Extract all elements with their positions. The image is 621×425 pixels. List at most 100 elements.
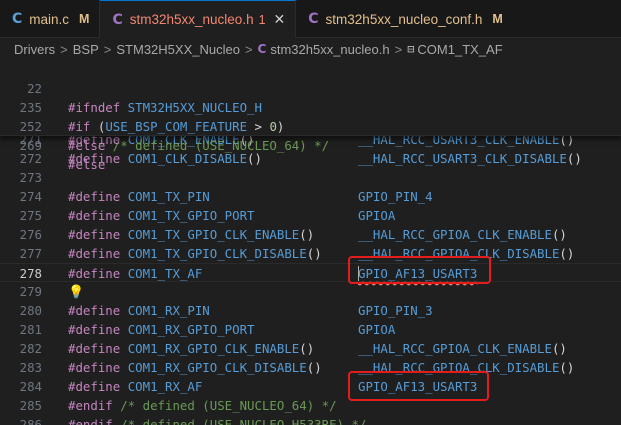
modified-badge: M	[79, 12, 90, 26]
code-line[interactable]: 275 #define COM1_TX_GPIO_PORT GPIOA	[0, 206, 621, 225]
preprocessor-directive: #define	[68, 266, 121, 281]
parentheses: ()	[551, 227, 567, 242]
sticky-line[interactable]: 252 #else /* defined (USE_NUCLEO_64) */	[0, 98, 621, 153]
preprocessor-directive: #define	[68, 227, 121, 242]
chevron-right-icon: >	[103, 41, 112, 57]
macro-name: COM1_TX_AF	[127, 266, 203, 281]
macro-value: GPIOA	[358, 322, 396, 337]
parentheses: ()	[306, 360, 322, 375]
code-line[interactable]: 283 #define COM1_RX_GPIO_CLK_DISABLE() __H…	[0, 358, 621, 377]
editor-tab-bar: C main.c M C stm32h5xx_nucleo.h 1 ✕ C st…	[0, 0, 621, 39]
parentheses: ()	[551, 341, 567, 356]
macro-value: __HAL_RCC_GPIOA_CLK_ENABLE	[358, 227, 552, 242]
preprocessor-directive: #define	[68, 246, 121, 261]
breadcrumb-item-drivers[interactable]: Drivers	[14, 42, 55, 57]
parentheses: ()	[299, 227, 315, 242]
c-header-file-icon: C	[308, 11, 319, 27]
macro-name: COM1_RX_PIN	[127, 303, 210, 318]
preprocessor-directive: #endif	[68, 398, 113, 413]
sticky-scroll-header: 22 #ifndef STM32H5XX_NUCLEO_H 235 #if (U…	[0, 60, 621, 172]
line-number: 280	[19, 303, 42, 318]
preprocessor-directive: #define	[68, 303, 121, 318]
macro-name: COM1_RX_GPIO_CLK_DISABLE	[127, 360, 307, 375]
code-line[interactable]: 274 #define COM1_TX_PIN GPIO_PIN_4	[0, 187, 621, 206]
macro-name: COM1_TX_GPIO_CLK_ENABLE	[127, 227, 300, 242]
line-number: 279	[19, 284, 42, 299]
macro-value: GPIO_PIN_3	[358, 303, 433, 318]
c-header-file-icon: C	[257, 42, 267, 56]
breadcrumb-item-symbol[interactable]: COM1_TX_AF	[417, 42, 502, 57]
line-number: 285	[19, 398, 42, 413]
modified-badge: M	[492, 12, 503, 26]
preprocessor-directive: #define	[68, 379, 121, 394]
sticky-line[interactable]: 235 #if (USE_BSP_COM_FEATURE > 0)	[0, 79, 621, 134]
line-number: 284	[19, 379, 42, 394]
problem-count-badge: 1	[258, 12, 266, 27]
code-editor[interactable]: 22 #ifndef STM32H5XX_NUCLEO_H 235 #if (U…	[0, 60, 621, 425]
line-number: 286	[19, 417, 42, 425]
chevron-right-icon: >	[60, 41, 68, 57]
tab-stm32h5xx-nucleo-h[interactable]: C stm32h5xx_nucleo.h 1 ✕	[100, 0, 297, 39]
code-lines: 271 #define COM1_CLK_ENABLE() __HAL_RCC_US…	[0, 130, 621, 425]
highlight-box-rx-af	[348, 371, 489, 401]
macro-value: __HAL_RCC_GPIOA_CLK_ENABLE	[358, 341, 552, 356]
line-number: 283	[19, 360, 42, 375]
macro-name: COM1_RX_GPIO_CLK_ENABLE	[127, 341, 300, 356]
macro-name: COM1_RX_AF	[127, 379, 203, 394]
sticky-line[interactable]: 269 #else	[0, 117, 621, 172]
code-line[interactable]: 286 #endif /* defined (USE_NUCLEO_H533RE)…	[0, 415, 621, 425]
code-line[interactable]: 279 💡	[0, 282, 621, 301]
close-icon[interactable]: ✕	[274, 11, 286, 28]
parentheses: ()	[559, 246, 575, 261]
parentheses: ()	[559, 360, 575, 375]
breadcrumb-item-nucleo-folder[interactable]: STM32H5XX_Nucleo	[116, 42, 240, 57]
preprocessor-directive: #define	[68, 208, 121, 223]
tab-label: main.c	[29, 11, 70, 27]
preprocessor-directive: #define	[68, 322, 121, 337]
code-line[interactable]: 285 #endif /* defined (USE_NUCLEO_64) */	[0, 396, 621, 415]
macro-name: COM1_TX_GPIO_CLK_DISABLE	[127, 246, 307, 261]
tab-main-c[interactable]: C main.c M	[0, 0, 101, 38]
line-number: 269	[19, 138, 42, 153]
preprocessor-directive: #else	[68, 138, 106, 153]
parentheses: ()	[306, 246, 322, 261]
breadcrumb: Drivers > BSP > STM32H5XX_Nucleo > C stm…	[0, 38, 621, 60]
chevron-right-icon: >	[244, 41, 253, 57]
macro-name: COM1_TX_PIN	[127, 189, 210, 204]
code-line[interactable]: 281 #define COM1_RX_GPIO_PORT GPIOA	[0, 320, 621, 339]
code-line[interactable]: 284 #define COM1_RX_AF GPIO_AF13_USART3	[0, 377, 621, 396]
code-line[interactable]: 282 #define COM1_RX_GPIO_CLK_ENABLE() __HA…	[0, 339, 621, 358]
code-line[interactable]: 277 #define COM1_TX_GPIO_CLK_DISABLE() __H…	[0, 244, 621, 263]
code-comment: /* defined (USE_NUCLEO_64) */	[112, 398, 337, 413]
c-file-icon: C	[12, 11, 23, 27]
line-number: 277	[19, 246, 42, 261]
tab-label: stm32h5xx_nucleo_conf.h	[325, 11, 483, 27]
sticky-line[interactable]: 22 #ifndef STM32H5XX_NUCLEO_H	[0, 60, 621, 115]
preprocessor-directive: #define	[68, 341, 121, 356]
symbol-constant-icon: ⊟	[407, 42, 415, 56]
macro-value: GPIOA	[358, 208, 396, 223]
parentheses: ()	[299, 341, 315, 356]
highlight-box-tx-af	[348, 256, 491, 284]
line-number: 278	[19, 266, 42, 281]
lightbulb-icon[interactable]: 💡	[68, 283, 84, 302]
macro-name: COM1_TX_GPIO_PORT	[127, 208, 255, 223]
breadcrumb-item-file[interactable]: stm32h5xx_nucleo.h	[270, 42, 389, 57]
code-comment: /* defined (USE_NUCLEO_H533RE) */	[112, 417, 367, 425]
chevron-right-icon: >	[394, 41, 403, 57]
preprocessor-directive: #else	[68, 157, 106, 172]
macro-value: __HAL_RCC_USART3_CLK_DISABLE	[358, 151, 567, 166]
line-number: 282	[19, 341, 42, 356]
code-line[interactable]: 278 #define COM1_TX_AF GPIO_AF13_USART3	[0, 263, 621, 282]
tab-stm32h5xx-nucleo-conf-h[interactable]: C stm32h5xx_nucleo_conf.h M	[296, 0, 513, 38]
line-number: 275	[19, 208, 42, 223]
breadcrumb-item-bsp[interactable]: BSP	[73, 42, 99, 57]
c-header-file-icon: C	[112, 11, 123, 28]
code-line[interactable]: 276 #define COM1_TX_GPIO_CLK_ENABLE() __HA…	[0, 225, 621, 244]
tab-label: stm32h5xx_nucleo.h	[129, 12, 254, 27]
macro-value: GPIO_PIN_4	[358, 189, 433, 204]
preprocessor-directive: #define	[68, 360, 121, 375]
preprocessor-directive: #define	[68, 189, 121, 204]
code-line[interactable]: 280 #define COM1_RX_PIN GPIO_PIN_3	[0, 301, 621, 320]
preprocessor-directive: #endif	[68, 417, 113, 425]
